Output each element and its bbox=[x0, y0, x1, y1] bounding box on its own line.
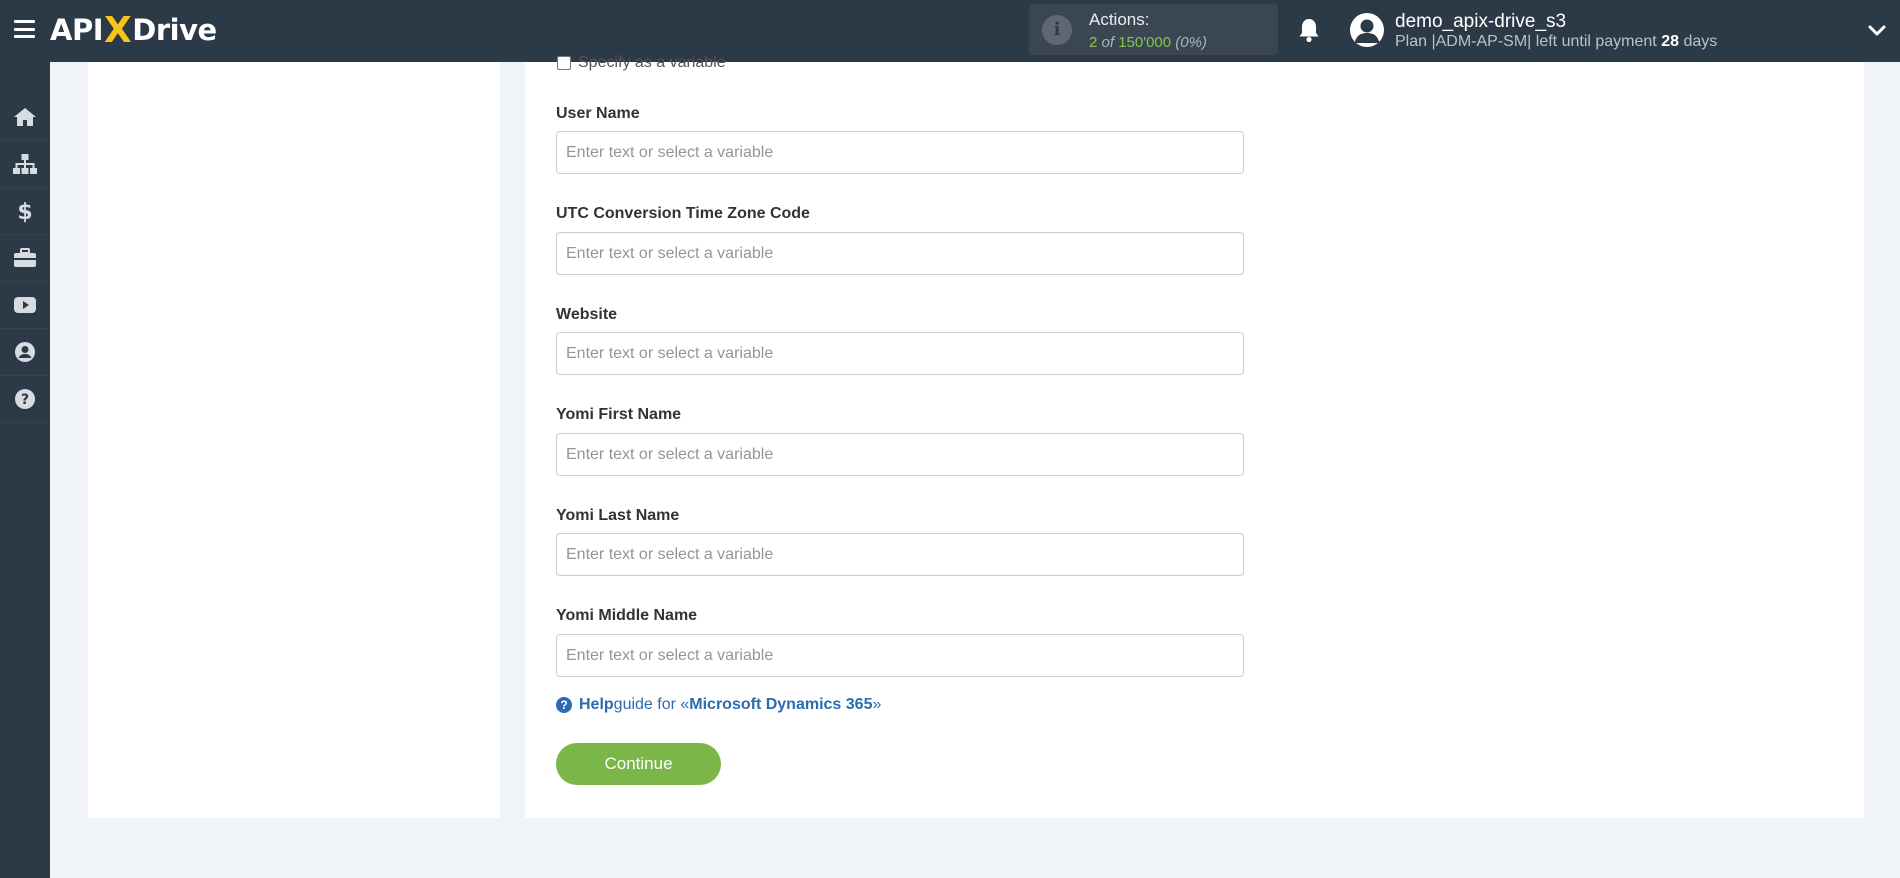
question-circle-icon: ? bbox=[15, 389, 35, 409]
sidebar-item-help[interactable]: ? bbox=[0, 376, 50, 423]
user-circle-icon bbox=[15, 342, 35, 362]
help-link[interactable]: Help bbox=[579, 696, 614, 714]
plan-info: Plan |ADM-AP-SM| left until payment 28 d… bbox=[1395, 33, 1717, 51]
chevron-down-icon[interactable] bbox=[1868, 22, 1886, 40]
help-guide: ? Help guide for « Microsoft Dynamics 36… bbox=[556, 694, 881, 716]
field-label-user-name: User Name bbox=[556, 105, 640, 122]
plan-suffix: days bbox=[1683, 33, 1718, 50]
yomi-last-name-input[interactable] bbox=[556, 533, 1244, 576]
plan-prefix: Plan |ADM-AP-SM| left until payment bbox=[1395, 33, 1657, 50]
sidebar-item-account[interactable] bbox=[0, 329, 50, 376]
user-name-input[interactable] bbox=[556, 131, 1244, 174]
sidebar-item-video[interactable] bbox=[0, 282, 50, 329]
sidebar-item-briefcase[interactable] bbox=[0, 235, 50, 282]
field-label-yomi-middle-name: Yomi Middle Name bbox=[556, 607, 698, 624]
actions-percent: (0%) bbox=[1175, 34, 1207, 51]
actions-label: Actions: bbox=[1089, 10, 1150, 29]
home-icon bbox=[14, 108, 36, 126]
sidebar-item-billing[interactable]: $ bbox=[0, 188, 50, 235]
actions-used: 2 bbox=[1089, 34, 1098, 51]
actions-of: of bbox=[1101, 34, 1115, 51]
sidebar-item-connections[interactable] bbox=[0, 141, 50, 188]
continue-button[interactable]: Continue bbox=[556, 743, 721, 785]
briefcase-icon bbox=[14, 248, 36, 267]
field-label-yomi-first-name: Yomi First Name bbox=[556, 406, 682, 423]
actions-total: 150'000 bbox=[1118, 34, 1172, 51]
menu-icon[interactable] bbox=[14, 20, 35, 38]
website-input[interactable] bbox=[556, 332, 1244, 375]
field-label-yomi-last-name: Yomi Last Name bbox=[556, 507, 680, 524]
apixdrive-logo[interactable]: API X Drive bbox=[50, 9, 217, 51]
question-circle-icon: ? bbox=[556, 697, 572, 713]
actions-counter[interactable]: i Actions: 2 of 150'000 (0%) bbox=[1029, 4, 1278, 55]
actions-usage: 2 of 150'000 (0%) bbox=[1089, 34, 1207, 51]
top-bar: API X Drive i Actions: 2 of 150'000 (0%) d… bbox=[0, 0, 1900, 62]
field-label-utc-timezone: UTC Conversion Time Zone Code bbox=[556, 205, 810, 222]
variable-checkbox-label: Specify as a variable bbox=[578, 54, 726, 71]
help-text: guide for « bbox=[613, 696, 690, 713]
bell-icon[interactable] bbox=[1298, 17, 1320, 43]
sitemap-icon bbox=[13, 154, 37, 174]
yomi-middle-name-input[interactable] bbox=[556, 634, 1244, 677]
logo-drive-text: Drive bbox=[132, 13, 217, 47]
svg-text:?: ? bbox=[21, 392, 29, 408]
variable-checkbox[interactable] bbox=[557, 56, 571, 70]
variable-checkbox-row[interactable]: Specify as a variable bbox=[557, 53, 726, 73]
youtube-icon bbox=[14, 297, 36, 313]
logo-x-text: X bbox=[104, 9, 132, 51]
help-service-link[interactable]: Microsoft Dynamics 365 bbox=[689, 696, 872, 714]
sidebar-item-home[interactable] bbox=[0, 94, 50, 141]
svg-text:$: $ bbox=[17, 200, 32, 223]
logo-api-text: API bbox=[50, 13, 104, 47]
sidebar: $ ? bbox=[0, 62, 50, 878]
help-close: » bbox=[872, 696, 882, 713]
left-panel bbox=[88, 62, 500, 818]
info-icon: i bbox=[1042, 15, 1072, 45]
plan-days: 28 bbox=[1661, 33, 1679, 50]
dollar-icon: $ bbox=[17, 200, 32, 223]
utc-timezone-input[interactable] bbox=[556, 232, 1244, 275]
yomi-first-name-input[interactable] bbox=[556, 433, 1244, 476]
username[interactable]: demo_apix-drive_s3 bbox=[1395, 11, 1566, 33]
avatar[interactable] bbox=[1350, 13, 1384, 47]
field-label-website: Website bbox=[556, 306, 618, 323]
